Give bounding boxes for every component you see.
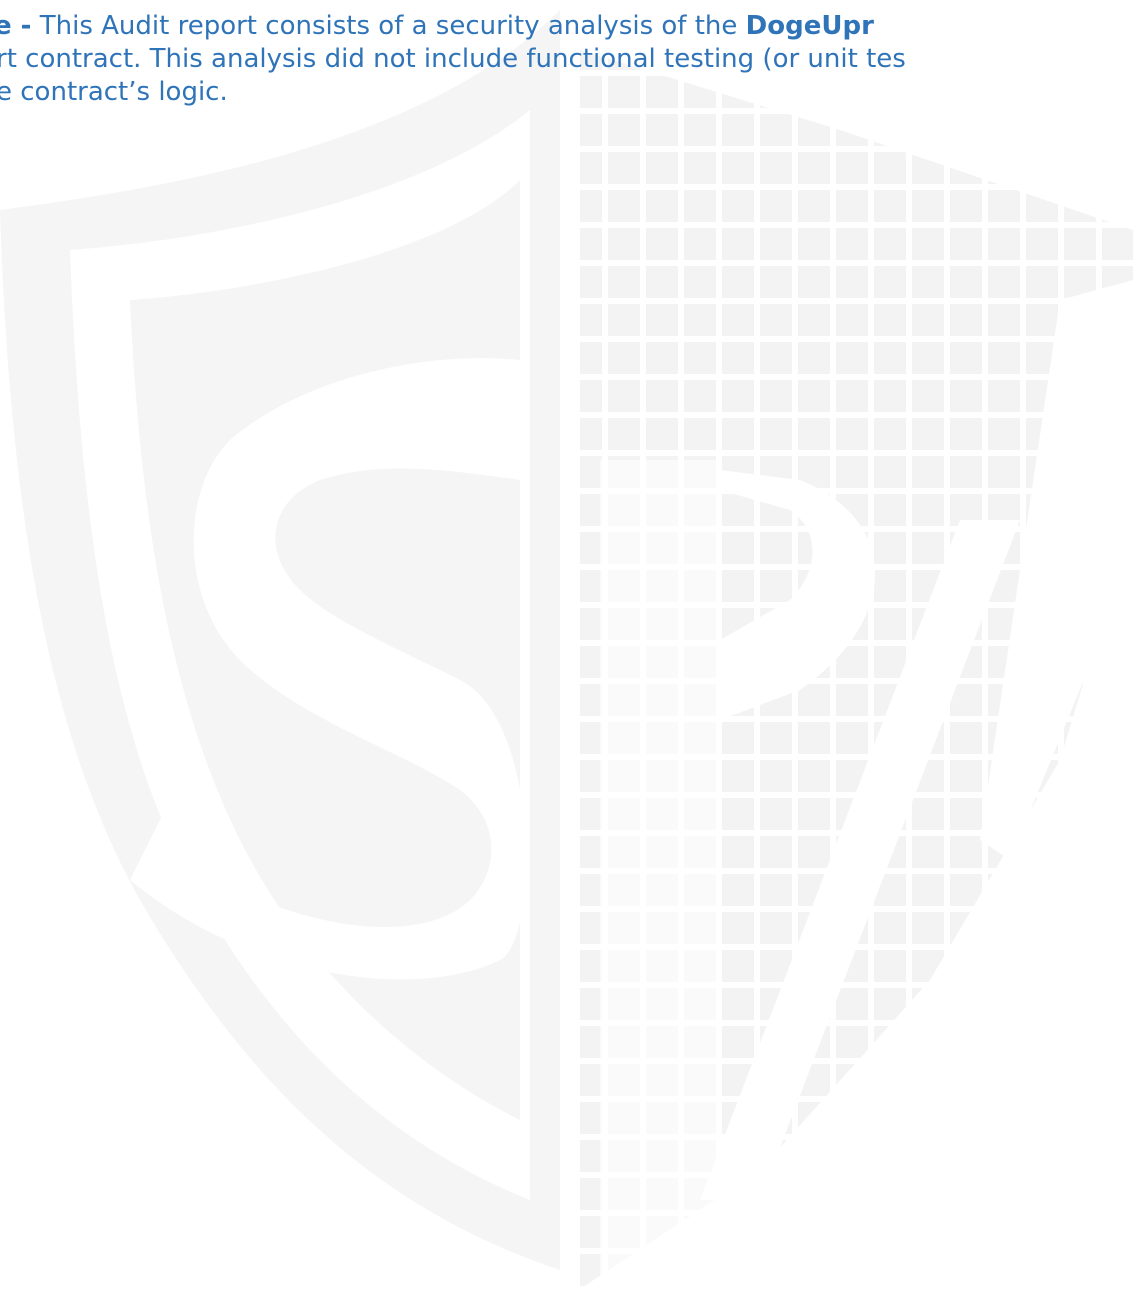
note-line-1-text: This Audit report consists of a security… xyxy=(31,11,746,41)
shield-watermark-icon xyxy=(0,0,1133,1289)
note-line-2: rt contract. This analysis did not inclu… xyxy=(0,44,906,75)
note-line-3: e contract’s logic. xyxy=(0,77,228,108)
audit-scope-note: e - This Audit report consists of a secu… xyxy=(0,10,1133,109)
audit-report-page: e - This Audit report consists of a secu… xyxy=(0,0,1133,1289)
note-line-1: e - This Audit report consists of a secu… xyxy=(0,10,1133,43)
note-lead-label: e - xyxy=(0,11,32,41)
project-name: DogeUpr xyxy=(745,11,874,41)
